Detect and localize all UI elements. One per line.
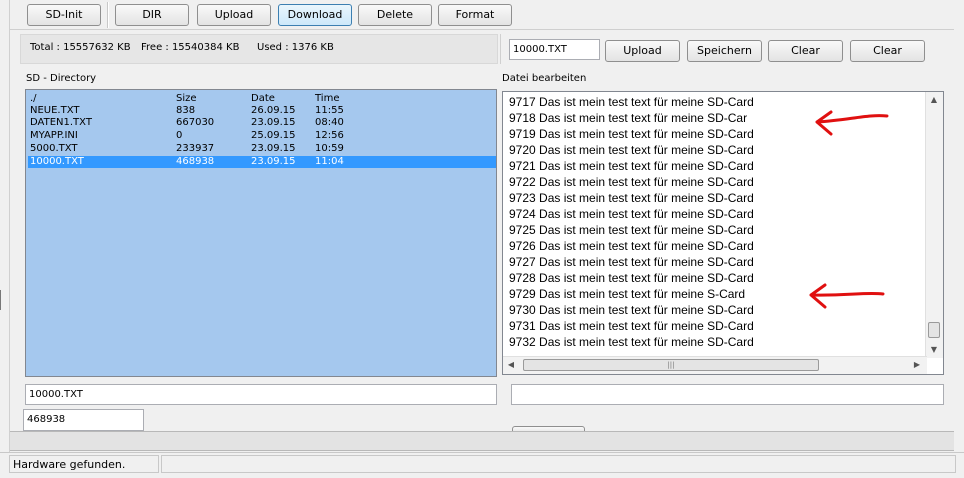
bottom-separator: [10, 431, 954, 451]
scroll-up-arrow-icon[interactable]: ▲: [926, 92, 942, 108]
used-space: Used : 1376 KB: [257, 42, 334, 53]
file-editor[interactable]: 9717 Das ist mein test text für meine SD…: [502, 91, 944, 375]
selected-size-field[interactable]: 468938: [23, 409, 144, 431]
selected-name-field[interactable]: 10000.TXT: [25, 384, 497, 405]
editor-line[interactable]: 9728 Das ist mein test text für meine SD…: [509, 270, 754, 286]
format-button[interactable]: Format: [438, 4, 512, 26]
file-size: 838: [176, 105, 196, 116]
file-name: MYAPP.INI: [30, 130, 78, 141]
scroll-left-arrow-icon[interactable]: ◀: [503, 357, 519, 373]
column-header-time: Time: [315, 93, 340, 104]
directory-row[interactable]: NEUE.TXT 838 26.09.15 11:55: [28, 105, 496, 117]
directory-row-selected[interactable]: 10000.TXT 468938 23.09.15 11:04: [28, 156, 496, 168]
scroll-down-arrow-icon[interactable]: ▼: [926, 342, 942, 358]
horizontal-scroll-thumb[interactable]: |||: [523, 359, 819, 371]
column-header-name: ./: [30, 93, 37, 104]
editor-line[interactable]: 9730 Das ist mein test text für meine SD…: [509, 302, 754, 318]
directory-row[interactable]: MYAPP.INI 0 25.09.15 12:56: [28, 130, 496, 142]
file-date: 23.09.15: [251, 117, 296, 128]
upload-button[interactable]: Upload: [197, 4, 271, 26]
editor-line[interactable]: 9721 Das ist mein test text für meine SD…: [509, 158, 754, 174]
directory-row[interactable]: DATEN1.TXT 667030 23.09.15 08:40: [28, 117, 496, 129]
file-date: 23.09.15: [251, 143, 296, 154]
editor-line[interactable]: 9731 Das ist mein test text für meine SD…: [509, 318, 754, 334]
editor-line[interactable]: 9718 Das ist mein test text für meine SD…: [509, 110, 747, 126]
file-time: 11:04: [315, 156, 344, 167]
directory-title: SD - Directory: [26, 73, 97, 84]
window-left-edge: [0, 0, 10, 452]
clear-button-1[interactable]: Clear: [768, 40, 843, 62]
total-space: Total : 15557632 KB: [30, 42, 131, 53]
status-bar: Hardware gefunden.: [0, 452, 964, 478]
file-size: 0: [176, 130, 183, 141]
file-time: 11:55: [315, 105, 344, 116]
editor-input-field[interactable]: [511, 384, 944, 405]
dir-button[interactable]: DIR: [115, 4, 189, 26]
file-time: 12:56: [315, 130, 344, 141]
editor-line[interactable]: 9719 Das ist mein test text für meine SD…: [509, 126, 754, 142]
editor-line[interactable]: 9720 Das ist mein test text für meine SD…: [509, 142, 754, 158]
file-controls-bar: 10000.TXT Upload Speichern Clear Clear: [500, 34, 954, 64]
scroll-right-arrow-icon[interactable]: ▶: [909, 357, 925, 373]
file-name: NEUE.TXT: [30, 105, 80, 116]
file-name: 5000.TXT: [30, 143, 78, 154]
editor-line[interactable]: 9727 Das ist mein test text für meine SD…: [509, 254, 754, 270]
editor-line[interactable]: 9729 Das ist mein test text für meine S-…: [509, 286, 745, 302]
file-size: 468938: [176, 156, 215, 167]
editor-line[interactable]: 9732 Das ist mein test text für meine SD…: [509, 334, 754, 350]
directory-row[interactable]: 5000.TXT 233937 23.09.15 10:59: [28, 143, 496, 155]
file-time: 10:59: [315, 143, 344, 154]
horizontal-scrollbar[interactable]: ◀ ||| ▶: [503, 356, 927, 374]
sd-init-button[interactable]: SD-Init: [27, 4, 101, 26]
editor-line[interactable]: 9722 Das ist mein test text für meine SD…: [509, 174, 754, 190]
file-size: 233937: [176, 143, 215, 154]
editor-title: Datei bearbeiten: [502, 73, 587, 84]
vertical-scroll-thumb[interactable]: [928, 322, 940, 338]
editor-line[interactable]: 9726 Das ist mein test text für meine SD…: [509, 238, 754, 254]
download-button[interactable]: Download: [278, 4, 352, 26]
free-space: Free : 15540384 KB: [141, 42, 240, 53]
vertical-scrollbar[interactable]: ▲ ▼: [925, 92, 943, 358]
editor-line[interactable]: 9724 Das ist mein test text für meine SD…: [509, 206, 754, 222]
toolbar: SD-Init DIR Upload Download Delete Forma…: [10, 0, 954, 30]
file-size: 667030: [176, 117, 215, 128]
column-header-date: Date: [251, 93, 275, 104]
column-header-size: Size: [176, 93, 197, 104]
disk-info-bar: Total : 15557632 KB Free : 15540384 KB U…: [20, 34, 498, 64]
editor-line[interactable]: 9717 Das ist mein test text für meine SD…: [509, 94, 754, 110]
file-date: 23.09.15: [251, 156, 296, 167]
edge-marker: [0, 290, 5, 310]
file-name: 10000.TXT: [30, 156, 84, 167]
file-date: 25.09.15: [251, 130, 296, 141]
status-text: Hardware gefunden.: [9, 455, 159, 473]
red-arrow-annotation-icon: [815, 110, 889, 136]
status-panel-empty: [161, 455, 956, 473]
red-arrow-annotation-icon: [809, 283, 885, 309]
editor-line[interactable]: 9725 Das ist mein test text für meine SD…: [509, 222, 754, 238]
editor-line[interactable]: 9723 Das ist mein test text für meine SD…: [509, 190, 754, 206]
file-time: 08:40: [315, 117, 344, 128]
file-name: DATEN1.TXT: [30, 117, 92, 128]
clear-button-2[interactable]: Clear: [850, 40, 925, 62]
filename-input[interactable]: 10000.TXT: [509, 39, 600, 60]
file-date: 26.09.15: [251, 105, 296, 116]
toolbar-separator: [107, 2, 109, 28]
delete-button[interactable]: Delete: [358, 4, 432, 26]
speichern-button[interactable]: Speichern: [687, 40, 762, 62]
directory-header-row: ./ Size Date Time: [28, 93, 496, 105]
editor-upload-button[interactable]: Upload: [605, 40, 680, 62]
directory-list[interactable]: ./ Size Date Time NEUE.TXT 838 26.09.15 …: [25, 89, 497, 377]
